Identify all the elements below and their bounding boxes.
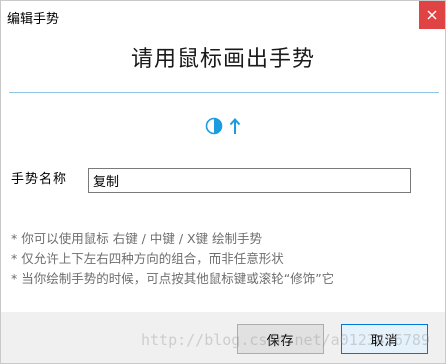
cancel-button[interactable]: 取消 [341, 324, 428, 354]
dialog-footer: 保存 取消 [1, 312, 445, 363]
window-title: 编辑手势 [7, 12, 60, 27]
close-icon [427, 10, 437, 20]
edit-gesture-dialog: 编辑手势 请用鼠标画出手势 手势名称 * [0, 0, 446, 364]
half-circle-icon [205, 117, 223, 139]
hint-line: * 当你绘制手势的时候，可点按其他鼠标键或滚轮“修饰”它 [11, 271, 335, 286]
arrow-up-icon [229, 117, 241, 139]
title-bar: 编辑手势 [1, 1, 445, 31]
close-button[interactable] [419, 1, 445, 29]
hint-line: * 你可以使用鼠标 右键 / 中键 / X键 绘制手势 [11, 231, 263, 246]
divider [9, 92, 439, 93]
gesture-name-input[interactable] [88, 168, 411, 193]
gesture-preview [1, 117, 445, 139]
save-button[interactable]: 保存 [237, 324, 324, 354]
gesture-instruction-heading: 请用鼠标画出手势 [130, 47, 315, 72]
hint-line: * 仅允许上下左右四种方向的组合，而非任意形状 [11, 251, 284, 266]
hints: * 你可以使用鼠标 右键 / 中键 / X键 绘制手势 * 仅允许上下左右四种方… [11, 229, 334, 289]
gesture-name-label: 手势名称 [11, 172, 68, 187]
